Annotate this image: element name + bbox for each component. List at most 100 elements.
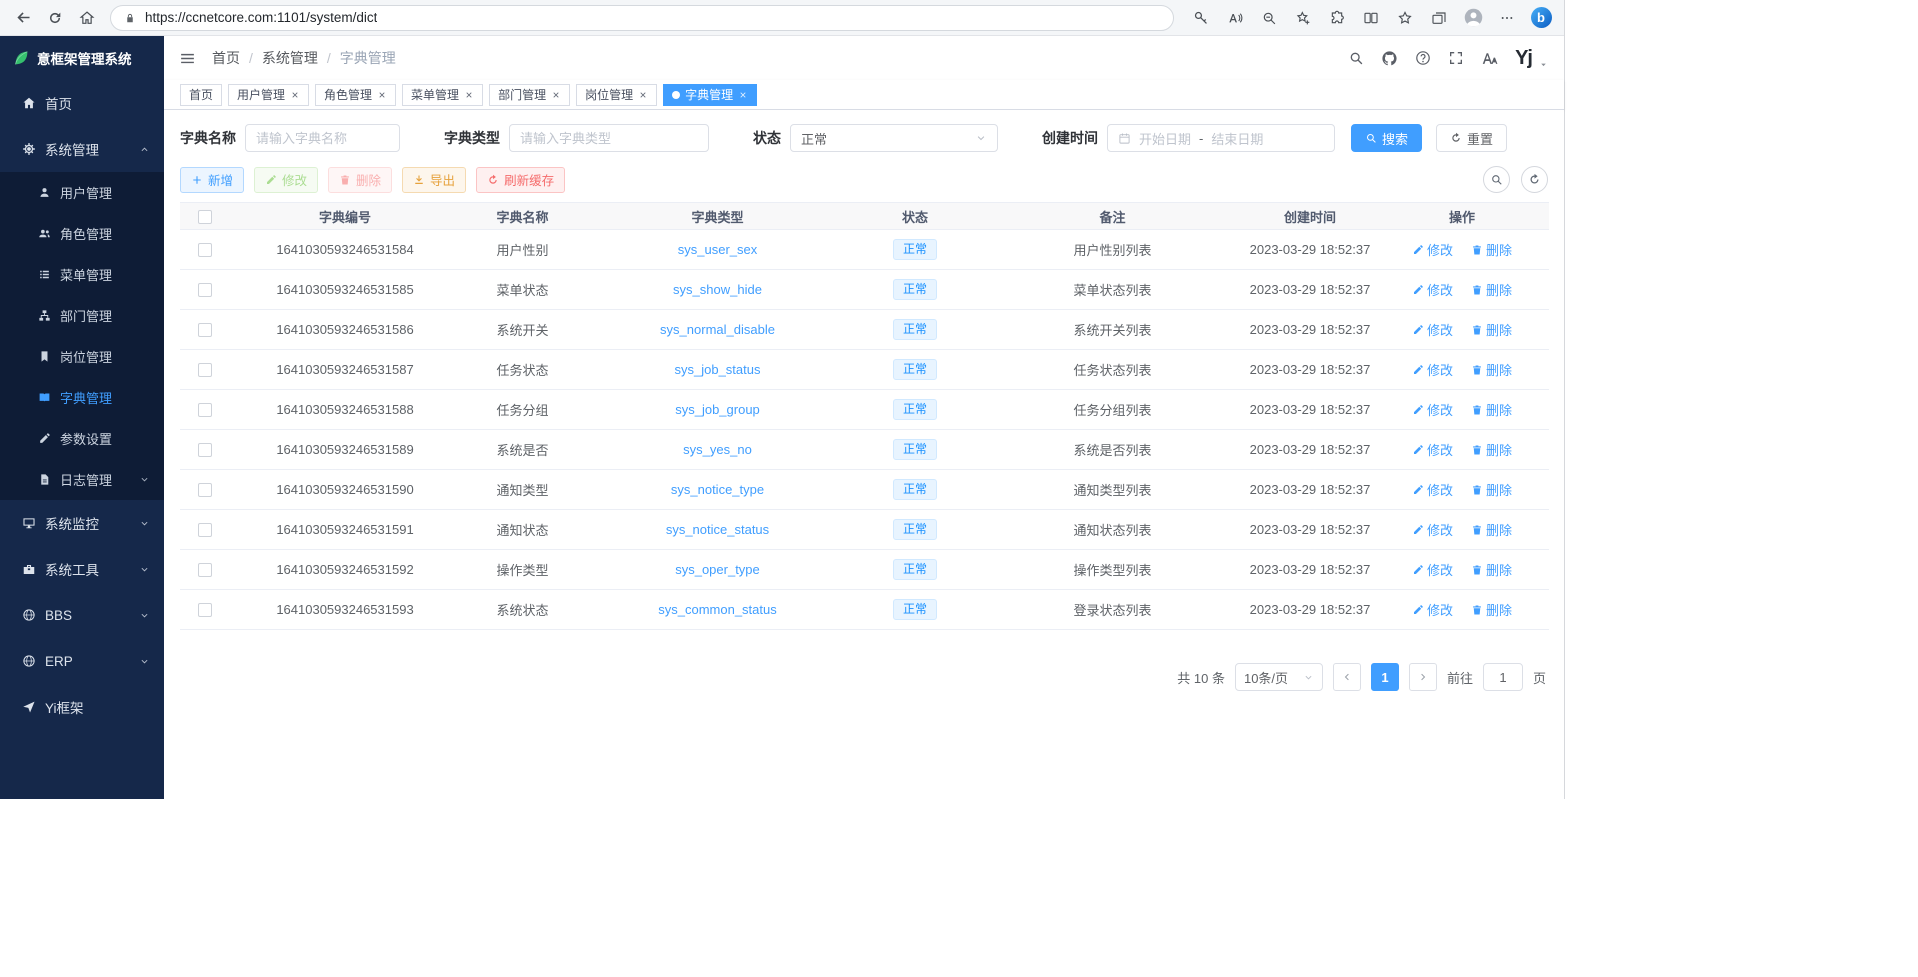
dict-type-input[interactable] [509, 124, 709, 152]
delete-button[interactable]: 删除 [328, 167, 392, 193]
tab-menu-management[interactable]: 菜单管理 [402, 84, 483, 106]
sidebar-item-dict-management[interactable]: 字典管理 [0, 377, 164, 418]
row-checkbox[interactable] [198, 523, 212, 537]
dict-type-link[interactable]: sys_notice_type [671, 482, 764, 497]
close-icon[interactable] [377, 90, 387, 100]
profile-button[interactable] [1458, 3, 1488, 33]
dict-type-link[interactable]: sys_yes_no [683, 442, 752, 457]
row-delete-button[interactable]: 删除 [1471, 480, 1512, 499]
sidebar-item-user-management[interactable]: 用户管理 [0, 172, 164, 213]
reset-button[interactable]: 重置 [1436, 124, 1507, 152]
row-delete-button[interactable]: 删除 [1471, 400, 1512, 419]
close-icon[interactable] [638, 90, 648, 100]
sidebar-item-system-monitor[interactable]: 系统监控 [0, 500, 164, 546]
row-delete-button[interactable]: 删除 [1471, 560, 1512, 579]
dict-type-link[interactable]: sys_notice_status [666, 522, 769, 537]
close-icon[interactable] [464, 90, 474, 100]
copilot-bing-button[interactable]: b [1526, 3, 1556, 33]
zoom-button[interactable] [1254, 3, 1284, 33]
dict-type-link[interactable]: sys_job_group [675, 402, 760, 417]
row-edit-button[interactable]: 修改 [1412, 320, 1453, 339]
status-select[interactable]: 正常 [790, 124, 998, 152]
header-search-button[interactable] [1348, 50, 1364, 66]
github-button[interactable] [1381, 50, 1398, 67]
row-checkbox[interactable] [198, 403, 212, 417]
breadcrumb-item[interactable]: 首页 [212, 48, 240, 68]
sidebar-item-dept-management[interactable]: 部门管理 [0, 295, 164, 336]
row-edit-button[interactable]: 修改 [1412, 560, 1453, 579]
row-checkbox[interactable] [198, 363, 212, 377]
export-button[interactable]: 导出 [402, 167, 466, 193]
tab-role-management[interactable]: 角色管理 [315, 84, 396, 106]
row-delete-button[interactable]: 删除 [1471, 520, 1512, 539]
read-aloud-button[interactable] [1220, 3, 1250, 33]
tab-dict-management[interactable]: 字典管理 [663, 84, 757, 106]
sidebar-item-log-management[interactable]: 日志管理 [0, 459, 164, 500]
row-edit-button[interactable]: 修改 [1412, 240, 1453, 259]
row-edit-button[interactable]: 修改 [1412, 520, 1453, 539]
refresh-cache-button[interactable]: 刷新缓存 [476, 167, 565, 193]
browser-menu-button[interactable] [1492, 3, 1522, 33]
tab-post-management[interactable]: 岗位管理 [576, 84, 657, 106]
row-edit-button[interactable]: 修改 [1412, 600, 1453, 619]
sidebar-item-home[interactable]: 首页 [0, 80, 164, 126]
search-button[interactable]: 搜索 [1351, 124, 1422, 152]
row-checkbox[interactable] [198, 283, 212, 297]
row-edit-button[interactable]: 修改 [1412, 360, 1453, 379]
close-icon[interactable] [738, 90, 748, 100]
close-icon[interactable] [290, 90, 300, 100]
row-checkbox[interactable] [198, 323, 212, 337]
address-bar[interactable]: https://ccnetcore.com:1101/system/dict [110, 5, 1174, 31]
row-edit-button[interactable]: 修改 [1412, 440, 1453, 459]
add-favorite-button[interactable] [1288, 3, 1318, 33]
toggle-search-button[interactable] [1483, 166, 1510, 193]
goto-page-input[interactable] [1483, 663, 1523, 691]
browser-home-button[interactable] [72, 3, 102, 33]
add-button[interactable]: 新增 [180, 167, 244, 193]
sidebar-item-role-management[interactable]: 角色管理 [0, 213, 164, 254]
sidebar-item-param-settings[interactable]: 参数设置 [0, 418, 164, 459]
tab-home[interactable]: 首页 [180, 84, 222, 106]
sidebar-item-system-tools[interactable]: 系统工具 [0, 546, 164, 592]
prev-page-button[interactable] [1333, 663, 1361, 691]
user-logo[interactable]: Yj [1515, 47, 1532, 70]
password-key-button[interactable] [1186, 3, 1216, 33]
row-edit-button[interactable]: 修改 [1412, 280, 1453, 299]
reload-button[interactable] [40, 3, 70, 33]
breadcrumb-item[interactable]: 系统管理 [262, 48, 318, 68]
dict-name-input[interactable] [245, 124, 400, 152]
extensions-button[interactable] [1322, 3, 1352, 33]
row-delete-button[interactable]: 删除 [1471, 280, 1512, 299]
tab-user-management[interactable]: 用户管理 [228, 84, 309, 106]
sidebar-item-post-management[interactable]: 岗位管理 [0, 336, 164, 377]
sidebar-toggle[interactable] [179, 50, 196, 67]
refresh-table-button[interactable] [1521, 166, 1548, 193]
fullscreen-button[interactable] [1448, 50, 1464, 66]
dict-type-link[interactable]: sys_oper_type [675, 562, 760, 577]
page-1-button[interactable]: 1 [1371, 663, 1399, 691]
edit-button[interactable]: 修改 [254, 167, 318, 193]
row-delete-button[interactable]: 删除 [1471, 360, 1512, 379]
favorites-button[interactable] [1390, 3, 1420, 33]
collections-button[interactable] [1424, 3, 1454, 33]
row-edit-button[interactable]: 修改 [1412, 480, 1453, 499]
row-delete-button[interactable]: 删除 [1471, 600, 1512, 619]
tab-dept-management[interactable]: 部门管理 [489, 84, 570, 106]
sidebar-item-menu-management[interactable]: 菜单管理 [0, 254, 164, 295]
dict-type-link[interactable]: sys_show_hide [673, 282, 762, 297]
row-delete-button[interactable]: 删除 [1471, 320, 1512, 339]
row-checkbox[interactable] [198, 443, 212, 457]
sidebar-item-erp[interactable]: ERP [0, 638, 164, 684]
back-button[interactable] [8, 3, 38, 33]
docs-help-button[interactable] [1415, 50, 1431, 66]
row-delete-button[interactable]: 删除 [1471, 240, 1512, 259]
row-edit-button[interactable]: 修改 [1412, 400, 1453, 419]
next-page-button[interactable] [1409, 663, 1437, 691]
page-size-select[interactable]: 10条/页 [1235, 663, 1323, 691]
split-screen-button[interactable] [1356, 3, 1386, 33]
dict-type-link[interactable]: sys_normal_disable [660, 322, 775, 337]
date-range-picker[interactable]: 开始日期 - 结束日期 [1107, 124, 1335, 152]
row-checkbox[interactable] [198, 603, 212, 617]
row-checkbox[interactable] [198, 483, 212, 497]
dict-type-link[interactable]: sys_job_status [675, 362, 761, 377]
